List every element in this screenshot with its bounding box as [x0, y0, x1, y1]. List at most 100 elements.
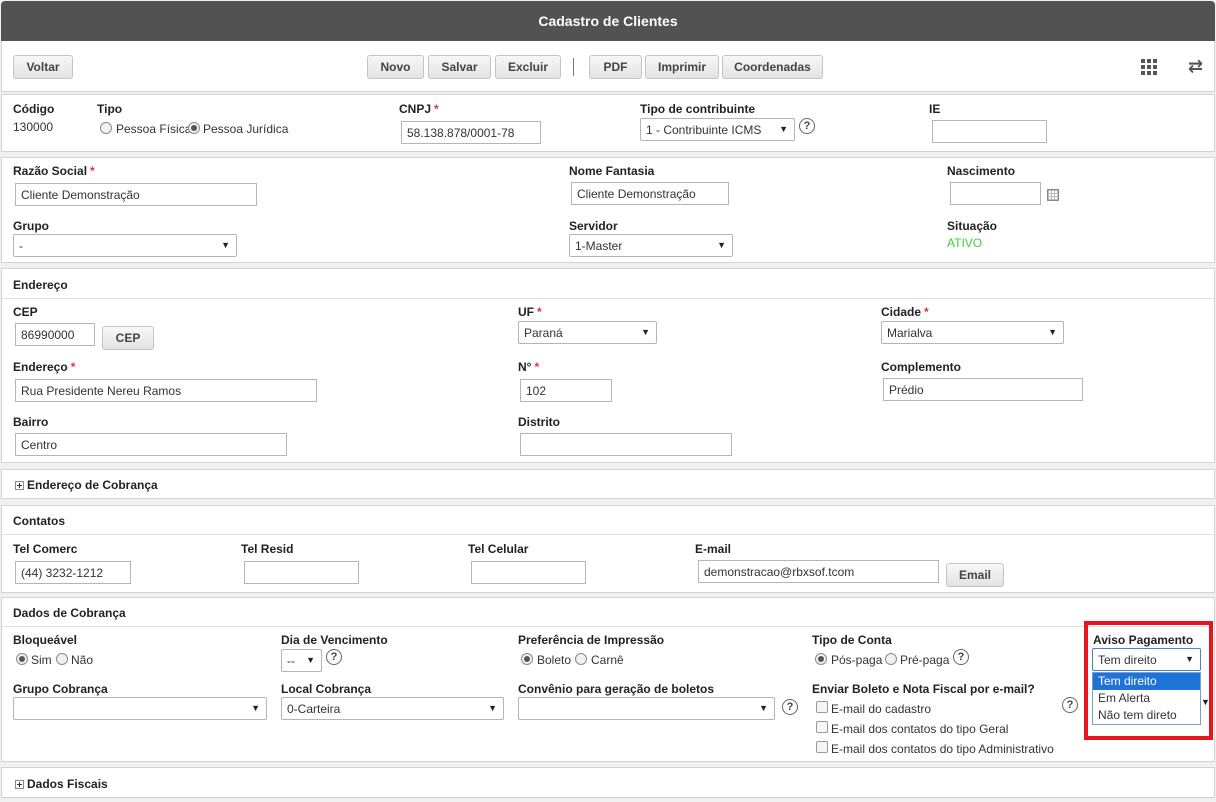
bloqueavel-nao-radio[interactable]: [56, 653, 68, 665]
contatos-panel: Contatos Tel Comerc (44) 3232-1212 Tel R…: [1, 505, 1215, 593]
distrito-input[interactable]: [520, 433, 732, 456]
numero-label: N° *: [518, 360, 540, 374]
tel-celular-input[interactable]: [471, 561, 586, 584]
help-icon[interactable]: ?: [1062, 697, 1078, 713]
local-cobranca-value: 0-Carteira: [287, 701, 341, 716]
chevron-down-icon: ▼: [488, 703, 497, 713]
contribuinte-select[interactable]: 1 - Contribuinte ICMS ▼: [640, 118, 795, 141]
tipo-juridica-radio[interactable]: [188, 122, 200, 134]
tipo-conta-pos-radio[interactable]: [815, 653, 827, 665]
section-divider: [2, 534, 1214, 535]
apps-grid-icon[interactable]: [1141, 59, 1157, 75]
email-input[interactable]: demonstracao@rbxsof.tcom: [698, 560, 939, 583]
window-title: Cadastro de Clientes: [538, 13, 678, 29]
contribuinte-label: Tipo de contribuinte: [640, 102, 756, 116]
email-cadastro-checkbox[interactable]: [816, 701, 828, 713]
email-admin-label: E-mail dos contatos do tipo Administrati…: [831, 742, 1054, 756]
cnpj-label: CNPJ *: [399, 102, 439, 116]
chevron-down-icon: ▼: [221, 240, 230, 250]
preferencia-carne-radio[interactable]: [575, 653, 587, 665]
cnpj-input[interactable]: 58.138.878/0001-78: [401, 121, 541, 144]
preferencia-label: Preferência de Impressão: [518, 633, 665, 647]
cep-input[interactable]: 86990000: [15, 323, 95, 346]
servidor-select[interactable]: 1-Master ▼: [569, 234, 733, 257]
coordinates-button[interactable]: Coordenadas: [722, 55, 823, 79]
chevron-down-icon: ▼: [306, 655, 315, 665]
bairro-input[interactable]: Centro: [15, 433, 287, 456]
dados-cobranca-panel: Dados de Cobrança Bloqueável Sim Não Dia…: [1, 597, 1215, 762]
preferencia-boleto-radio[interactable]: [521, 653, 533, 665]
dados-fiscais-toggle[interactable]: Dados Fiscais: [15, 777, 108, 791]
chevron-down-icon: ▼: [759, 703, 768, 713]
cep-lookup-button[interactable]: CEP: [102, 326, 154, 350]
send-email-button[interactable]: Email: [946, 563, 1004, 587]
help-icon[interactable]: ?: [799, 118, 815, 134]
email-admin-checkbox[interactable]: [816, 741, 828, 753]
convenio-label: Convênio para geração de boletos: [518, 682, 715, 696]
endereco-cobranca-panel[interactable]: Endereço de Cobrança: [1, 469, 1215, 499]
grupo-cobranca-select[interactable]: ▼: [13, 697, 267, 720]
tel-resid-label: Tel Resid: [241, 542, 294, 556]
toolbar: Voltar Novo Salvar Excluir PDF Imprimir …: [1, 41, 1215, 92]
bloqueavel-label: Bloqueável: [13, 633, 78, 647]
dados-fiscais-panel[interactable]: Dados Fiscais: [1, 767, 1215, 798]
convenio-select[interactable]: ▼: [518, 697, 775, 720]
cidade-select[interactable]: Marialva ▼: [881, 321, 1064, 344]
numero-input[interactable]: 102: [520, 379, 612, 402]
calendar-icon[interactable]: [1047, 189, 1059, 201]
endereco-cobranca-toggle[interactable]: Endereço de Cobrança: [15, 478, 158, 492]
print-button[interactable]: Imprimir: [645, 55, 719, 79]
endereco-input[interactable]: Rua Presidente Nereu Ramos: [15, 379, 317, 402]
tipo-conta-pre-label: Pré-paga: [900, 653, 950, 667]
email-geral-checkbox[interactable]: [816, 721, 828, 733]
tipo-conta-pre-radio[interactable]: [885, 653, 897, 665]
email-geral-label: E-mail dos contatos do tipo Geral: [831, 722, 1009, 736]
help-icon[interactable]: ?: [782, 699, 798, 715]
help-icon[interactable]: ?: [326, 649, 342, 665]
section-divider: [2, 626, 1214, 627]
preferencia-boleto-label: Boleto: [537, 653, 572, 667]
tel-comerc-input[interactable]: (44) 3232-1212: [15, 561, 131, 584]
help-icon[interactable]: ?: [953, 649, 969, 665]
local-cobranca-label: Local Cobrança: [281, 682, 372, 696]
codigo-label: Código: [13, 102, 55, 116]
tipo-conta-label: Tipo de Conta: [812, 633, 892, 647]
grupo-select[interactable]: - ▼: [13, 234, 237, 257]
vencimento-select[interactable]: -- ▼: [281, 649, 322, 672]
tipo-fisica-radio[interactable]: [100, 122, 112, 134]
complemento-input[interactable]: Prédio: [883, 378, 1083, 401]
grupo-value: -: [19, 238, 23, 253]
bloqueavel-nao-label: Não: [71, 653, 94, 667]
contatos-section-title: Contatos: [13, 514, 65, 528]
situacao-status: ATIVO: [947, 236, 983, 250]
delete-button[interactable]: Excluir: [495, 55, 561, 79]
fantasia-input[interactable]: Cliente Demonstração: [571, 182, 729, 205]
enviar-email-label: Enviar Boleto e Nota Fiscal por e-mail?: [812, 682, 1035, 696]
bloqueavel-sim-radio[interactable]: [16, 653, 28, 665]
general-panel: Razão Social * Cliente Demonstração Nome …: [1, 157, 1215, 263]
complemento-label: Complemento: [881, 360, 962, 374]
grupo-label: Grupo: [13, 219, 49, 233]
save-button[interactable]: Salvar: [428, 55, 491, 79]
nascimento-input[interactable]: [950, 182, 1041, 205]
bairro-label: Bairro: [13, 415, 49, 429]
dados-cobranca-section-title: Dados de Cobrança: [13, 606, 126, 620]
grupo-cobranca-label: Grupo Cobrança: [13, 682, 108, 696]
tel-celular-label: Tel Celular: [468, 542, 529, 556]
chevron-down-icon: ▼: [779, 124, 788, 134]
uf-select[interactable]: Paraná ▼: [518, 321, 657, 344]
section-divider: [2, 298, 1214, 299]
back-button[interactable]: Voltar: [13, 55, 73, 79]
razao-input[interactable]: Cliente Demonstração: [15, 183, 257, 206]
tipo-label: Tipo: [97, 102, 123, 116]
local-cobranca-select[interactable]: 0-Carteira ▼: [281, 697, 504, 720]
vencimento-label: Dia de Vencimento: [281, 633, 388, 647]
endereco-panel: Endereço CEP 86990000 CEP UF * Paraná ▼ C…: [1, 268, 1215, 463]
ie-input[interactable]: [932, 120, 1047, 143]
pdf-button[interactable]: PDF: [589, 55, 642, 79]
new-button[interactable]: Novo: [367, 55, 424, 79]
uf-label: UF *: [518, 305, 542, 319]
vencimento-value: --: [287, 653, 295, 668]
tel-resid-input[interactable]: [244, 561, 359, 584]
refresh-icon[interactable]: ⇄: [1188, 57, 1203, 75]
